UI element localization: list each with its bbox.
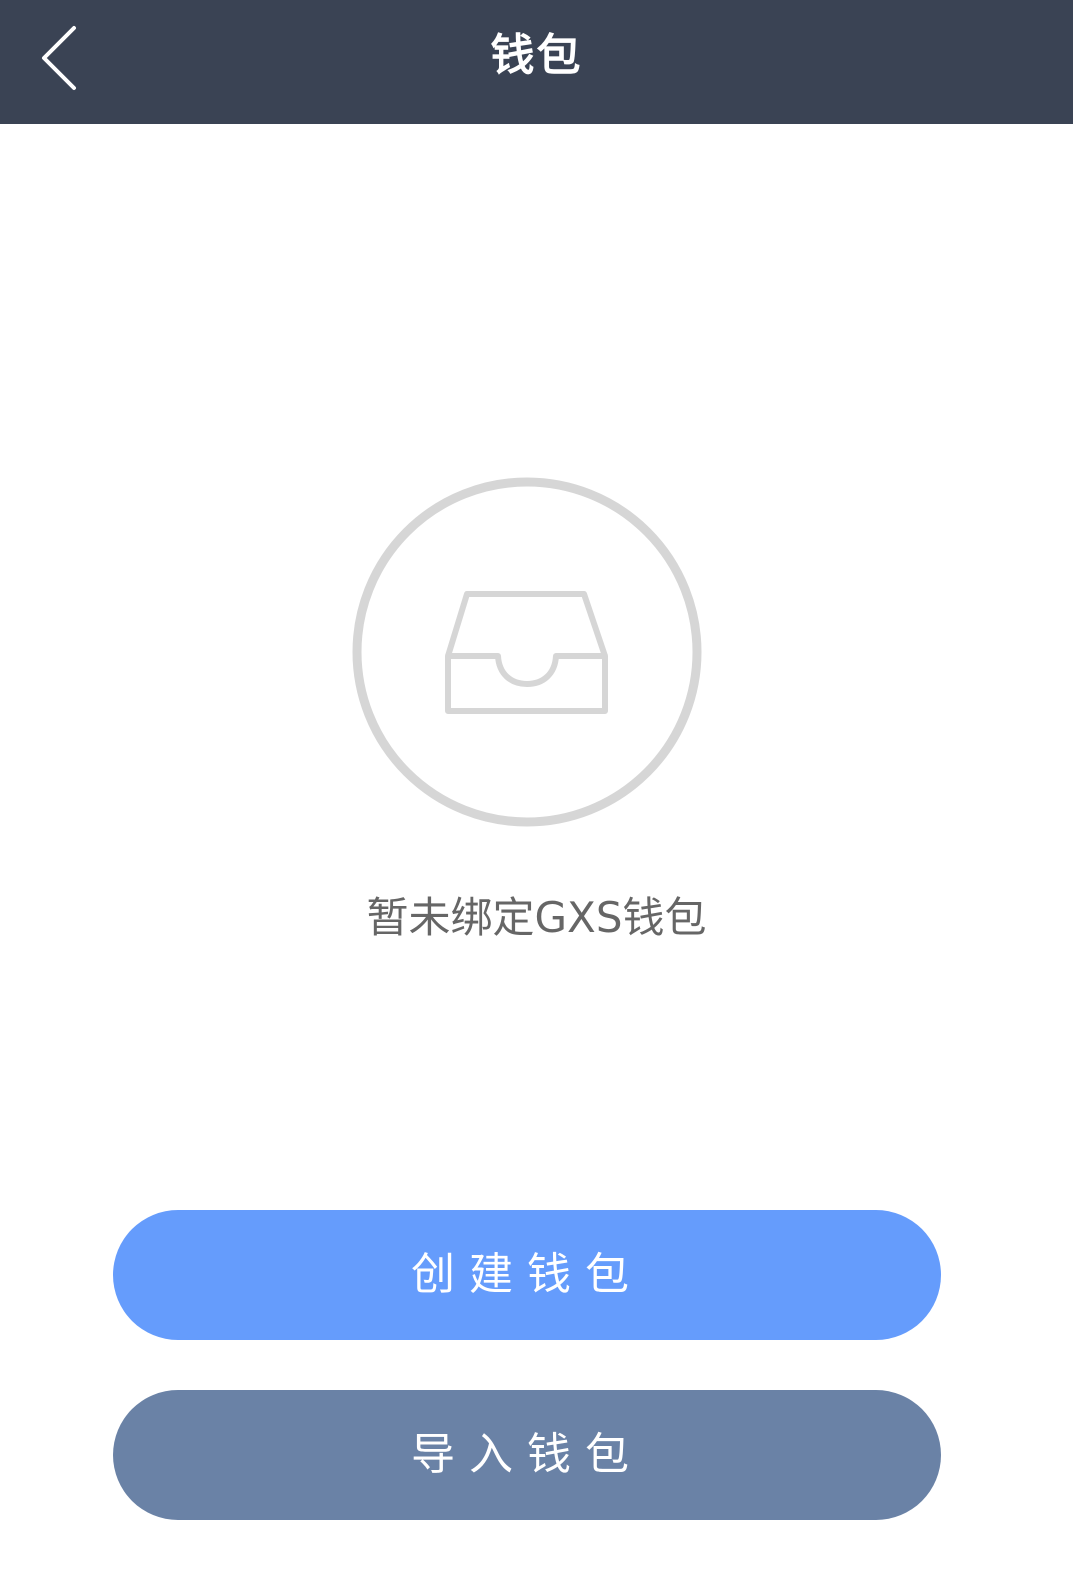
inbox-icon <box>352 477 702 827</box>
empty-state-message: 暂未绑定GXS钱包 <box>366 893 707 942</box>
import-wallet-button[interactable]: 导入钱包 <box>113 1390 941 1520</box>
create-wallet-button[interactable]: 创建钱包 <box>113 1210 941 1340</box>
page-title: 钱包 <box>490 30 583 81</box>
empty-state-illustration <box>351 476 703 828</box>
top-navigation-bar: 钱包 <box>0 0 1073 124</box>
